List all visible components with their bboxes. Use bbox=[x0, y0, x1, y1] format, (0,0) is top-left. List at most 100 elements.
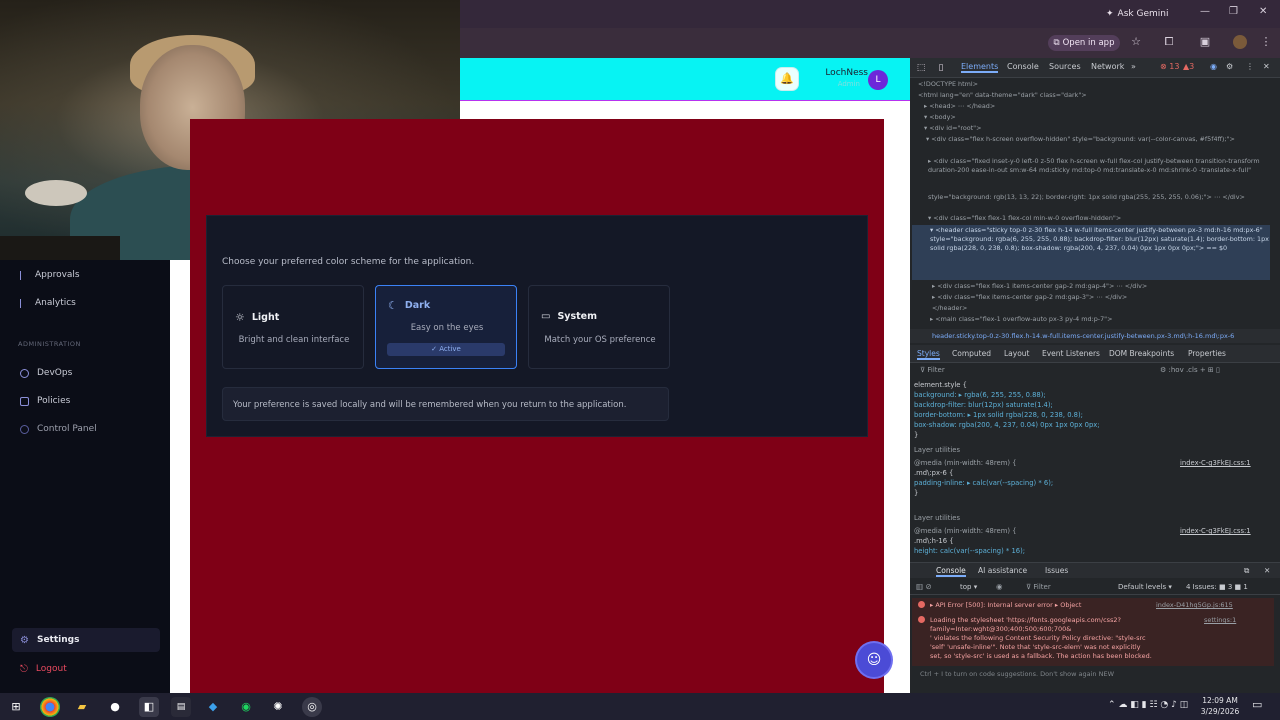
minimize-icon[interactable]: — bbox=[1200, 6, 1210, 17]
css-line[interactable]: height: calc(var(--spacing) * 16); bbox=[914, 547, 1025, 557]
tab-layout[interactable]: Layout bbox=[1004, 349, 1030, 358]
dom-line[interactable]: ▾ <body> bbox=[918, 113, 1270, 122]
close-icon[interactable]: ✕ bbox=[1259, 6, 1267, 17]
tab-console[interactable]: Console bbox=[1007, 62, 1039, 71]
sidebar-item-approvals[interactable]: Approvals bbox=[12, 262, 160, 288]
default-levels-select[interactable]: Default levels ▾ bbox=[1118, 583, 1172, 591]
dom-line[interactable]: <html lang="en" data-theme="dark" class=… bbox=[918, 91, 1270, 100]
sidebar-item-settings[interactable]: ⚙ Settings bbox=[12, 627, 160, 653]
github-icon[interactable]: ● bbox=[105, 697, 125, 717]
logout-button[interactable]: ⎋ Logout bbox=[12, 656, 160, 682]
dom-line[interactable]: ▸ <div class="flex flex-1 items-center g… bbox=[918, 282, 1270, 291]
open-in-app-button[interactable]: ⧉ Open in app bbox=[1048, 35, 1120, 51]
css-line[interactable]: backdrop-filter: blur(12px) saturate(1.4… bbox=[914, 401, 1053, 411]
theme-card-light[interactable]: ☼ Light Bright and clean interface bbox=[222, 285, 364, 369]
devtools-menu-icon[interactable]: ⋮ bbox=[1246, 62, 1254, 71]
tab-elements[interactable]: Elements bbox=[961, 62, 999, 73]
inspect-icon[interactable]: ⬚ bbox=[914, 61, 928, 75]
dom-line[interactable]: </header> bbox=[918, 304, 1270, 313]
css-line[interactable]: @media (min-width: 48rem) { bbox=[914, 527, 1016, 537]
error-source-link[interactable]: index-D41hq5Gp.js:615 bbox=[1156, 601, 1233, 610]
console-error-message[interactable]: Loading the stylesheet 'https://fonts.go… bbox=[930, 616, 1230, 634]
css-source-link[interactable]: index-C-g3FkEJ.css:1 bbox=[1180, 527, 1251, 537]
taskbar-clock[interactable]: 12:09 AM 3/29/2026 bbox=[1196, 695, 1244, 717]
help-bot-button[interactable]: ☺ bbox=[857, 643, 891, 677]
css-line[interactable]: background: ▸ rgba(6, 255, 255, 0.88); bbox=[914, 391, 1046, 401]
tab-sources[interactable]: Sources bbox=[1049, 62, 1081, 71]
css-line[interactable]: @media (min-width: 48rem) { bbox=[914, 459, 1016, 469]
spotify-icon[interactable]: ◉ bbox=[236, 697, 256, 717]
profile-avatar-icon[interactable] bbox=[1233, 35, 1247, 49]
console-prompt[interactable]: Ctrl + I to turn on code suggestions. Do… bbox=[920, 670, 1114, 678]
css-line[interactable]: element.style { bbox=[914, 381, 967, 391]
devtools-close-icon[interactable]: ✕ bbox=[1263, 62, 1270, 71]
warning-count-badge[interactable]: ▲3 bbox=[1183, 62, 1194, 71]
avatar[interactable]: L bbox=[868, 70, 888, 90]
styles-filter[interactable]: ⊽ Filter bbox=[920, 366, 945, 374]
css-line[interactable]: } bbox=[914, 489, 918, 499]
dom-line[interactable]: <!DOCTYPE html> bbox=[918, 80, 1270, 89]
css-line[interactable]: } bbox=[914, 431, 918, 441]
theme-card-dark[interactable]: ☾ Dark Easy on the eyes bbox=[375, 285, 517, 369]
windows-start-icon[interactable]: ⊞ bbox=[6, 697, 26, 717]
css-line[interactable]: padding-inline: ▸ calc(var(--spacing) * … bbox=[914, 479, 1053, 489]
dom-line[interactable]: style="background: rgb(13, 13, 22); bord… bbox=[918, 193, 1270, 211]
openai-icon[interactable]: ✺ bbox=[268, 697, 288, 717]
error-source-link[interactable]: settings:1 bbox=[1204, 616, 1236, 625]
css-source-link[interactable]: index-C-g3FkEJ.css:1 bbox=[1180, 459, 1251, 469]
chrome-active-icon[interactable]: ◎ bbox=[302, 697, 322, 717]
notification-bell-icon[interactable]: 🔔 bbox=[776, 68, 798, 90]
terminal-icon[interactable]: ▤ bbox=[171, 697, 191, 717]
ai-assist-icon[interactable]: ◉ bbox=[1210, 62, 1217, 71]
css-line[interactable]: border-bottom: ▸ 1px solid rgba(228, 0, … bbox=[914, 411, 1083, 421]
drawer-tab-issues[interactable]: Issues bbox=[1045, 566, 1068, 575]
ask-gemini-button[interactable]: ✦ Ask Gemini bbox=[1106, 6, 1168, 22]
file-explorer-icon[interactable]: ▰ bbox=[72, 697, 92, 717]
dom-breadcrumb[interactable]: header.sticky.top-0.z-30.flex.h-14.w-ful… bbox=[910, 329, 1280, 343]
error-count-badge[interactable]: ⊗ 13 bbox=[1160, 62, 1179, 71]
css-line[interactable]: .md\:px-6 { bbox=[914, 469, 953, 479]
dom-line[interactable]: ▾ <div class="flex flex-1 flex-col min-w… bbox=[918, 214, 1270, 223]
maximize-icon[interactable]: ❐ bbox=[1229, 6, 1238, 17]
tab-properties[interactable]: Properties bbox=[1188, 349, 1226, 358]
drawer-close-icon[interactable]: ✕ bbox=[1264, 566, 1270, 575]
settings-gear-icon[interactable]: ⚙ bbox=[1226, 62, 1233, 71]
css-line[interactable]: .md\:h-16 { bbox=[914, 537, 954, 547]
device-toolbar-icon[interactable]: ▯ bbox=[934, 61, 948, 75]
drawer-tab-console[interactable]: Console bbox=[936, 566, 966, 577]
sidepanel-icon[interactable]: ▣ bbox=[1198, 35, 1212, 49]
tab-network[interactable]: Network bbox=[1091, 62, 1124, 71]
vscode-icon[interactable]: ◆ bbox=[203, 697, 223, 717]
bookmark-star-icon[interactable]: ☆ bbox=[1129, 35, 1143, 49]
dom-line[interactable]: ▸ <div class="fixed inset-y-0 left-0 z-5… bbox=[918, 157, 1270, 193]
tab-dom-breakpoints[interactable]: DOM Breakpoints bbox=[1109, 349, 1174, 358]
notifications-icon[interactable]: ▭ bbox=[1252, 698, 1262, 711]
browser-menu-icon[interactable]: ⋮ bbox=[1259, 35, 1273, 49]
eye-icon[interactable]: ◉ bbox=[996, 582, 1003, 591]
tab-styles[interactable]: Styles bbox=[917, 349, 940, 360]
dom-line[interactable]: ▸ <div class="flex items-center gap-2 md… bbox=[918, 293, 1270, 302]
app-icon[interactable]: ◧ bbox=[139, 697, 159, 717]
more-tabs-icon[interactable]: » bbox=[1131, 62, 1136, 71]
sidebar-item-devops[interactable]: DevOps bbox=[12, 360, 160, 386]
dom-line[interactable]: ▾ <div class="flex h-screen overflow-hid… bbox=[918, 135, 1270, 153]
dock-icon[interactable]: ⧉ bbox=[1244, 566, 1249, 576]
sidebar-item-policies[interactable]: Policies bbox=[12, 388, 160, 414]
dom-line[interactable]: ▸ <main class="flex-1 overflow-auto px-3… bbox=[918, 315, 1270, 324]
tab-computed[interactable]: Computed bbox=[952, 349, 991, 358]
chrome-icon[interactable] bbox=[40, 697, 60, 717]
system-tray-icons[interactable]: ⌃ ☁ ◧ ▮ ☷ ◔ ♪ ◫ bbox=[1108, 700, 1188, 710]
css-line[interactable]: box-shadow: rgba(200, 4, 237, 0.04) 0px … bbox=[914, 421, 1100, 431]
issues-count[interactable]: 4 Issues: ■ 3 ■ 1 bbox=[1186, 583, 1248, 591]
extensions-icon[interactable]: ⧠ bbox=[1162, 35, 1176, 49]
console-sidebar-icon[interactable]: ▥ ⊘ bbox=[916, 582, 932, 591]
console-error-message[interactable]: ▸ API Error [500]: Internal server error… bbox=[930, 601, 1081, 610]
theme-card-system[interactable]: ▭ System Match your OS preference bbox=[528, 285, 670, 369]
dom-line-selected[interactable]: ▾ <header class="sticky top-0 z-30 flex … bbox=[918, 226, 1270, 280]
tab-event-listeners[interactable]: Event Listeners bbox=[1042, 349, 1100, 358]
console-filter-input[interactable]: ⊽ Filter bbox=[1026, 583, 1051, 591]
context-selector[interactable]: top ▾ bbox=[960, 583, 977, 591]
drawer-tab-ai-assistance[interactable]: AI assistance bbox=[978, 566, 1027, 575]
dom-line[interactable]: ▸ <head> ⋯ </head> bbox=[918, 102, 1270, 111]
sidebar-item-control-panel[interactable]: Control Panel bbox=[12, 416, 160, 442]
